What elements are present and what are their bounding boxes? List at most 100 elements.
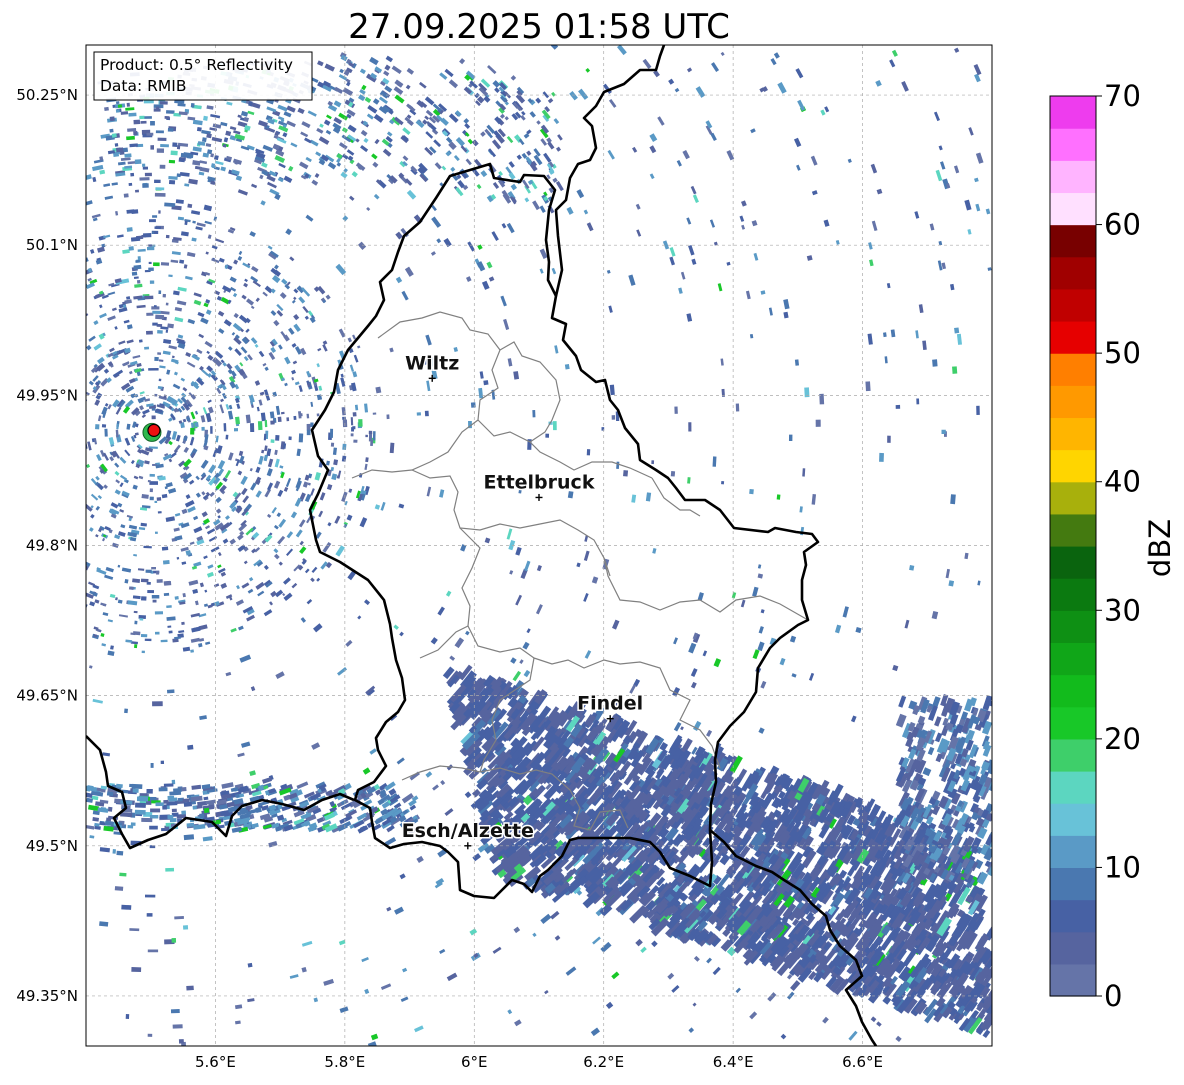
echo-gate (57, 442, 60, 450)
echo-gate (150, 145, 154, 149)
echo-gate (184, 834, 194, 840)
echo-gate (2, 538, 10, 546)
echo-gate (187, 823, 195, 827)
echo-gate (353, 440, 357, 443)
echo-gate (271, 439, 275, 443)
echo-gate (153, 262, 160, 266)
echo-gate (674, 407, 677, 414)
echo-gate (1, 486, 7, 495)
echo-gate (623, 470, 628, 476)
echo-gate (80, 354, 86, 360)
echo-gate (27, 416, 31, 424)
echo-gate (79, 394, 85, 403)
echo-gate (330, 429, 333, 438)
echo-gate (80, 456, 84, 459)
echo-gate (11, 509, 18, 517)
echo-gate (373, 431, 376, 440)
echo-gate (80, 567, 84, 571)
echo-gate (131, 209, 138, 214)
echo-gate (11, 361, 16, 367)
echo-gate (133, 631, 140, 635)
echo-gate (62, 425, 65, 428)
echo-gate (141, 579, 149, 583)
echo-gate (64, 409, 69, 418)
echo-gate (687, 477, 690, 484)
echo-gate (179, 158, 185, 162)
echo-gate (317, 413, 320, 416)
echo-gate (40, 525, 46, 531)
echo-gate (156, 107, 159, 110)
echo-gate (224, 423, 227, 431)
echo-gate (197, 127, 202, 131)
echo-gate (68, 466, 73, 472)
echo-gate (158, 138, 167, 141)
echo-gate (43, 417, 46, 421)
echo-gate (118, 104, 122, 108)
echo-gate (152, 323, 157, 326)
echo-gate (42, 460, 46, 465)
echo-gate (148, 949, 158, 952)
echo-gate (173, 788, 182, 792)
echo-gate (35, 281, 42, 287)
echo-gate (75, 333, 80, 337)
echo-gate (49, 294, 56, 300)
echo-gate (3, 366, 7, 372)
echo-gate (172, 809, 177, 813)
echo-gate (142, 164, 145, 167)
echo-gate (3, 519, 7, 524)
echo-gate (187, 745, 193, 750)
echo-gate (42, 281, 46, 285)
echo-gate (60, 518, 65, 523)
echo-gate (883, 332, 887, 337)
echo-gate (148, 268, 154, 271)
echo-gate (145, 895, 155, 898)
echo-gate (33, 421, 36, 429)
echo-gate (3, 444, 7, 449)
echo-gate (167, 689, 175, 693)
echo-gate (56, 571, 63, 577)
echo-gate (152, 311, 161, 314)
echo-gate (49, 469, 56, 478)
echo-gate (7, 412, 10, 421)
echo-gate (146, 331, 153, 335)
echo-gate (177, 557, 180, 560)
echo-gate (6, 566, 12, 572)
echo-gate (163, 560, 170, 564)
echo-gate (124, 193, 129, 197)
echo-gate (116, 784, 123, 788)
echo-gate (203, 116, 208, 121)
echo-gate (802, 468, 805, 476)
echo-gate (59, 617, 64, 621)
echo-gate (50, 436, 53, 443)
echo-gate (777, 494, 781, 499)
echo-gate (14, 289, 20, 295)
echo-gate (63, 372, 68, 377)
echo-gate (146, 133, 153, 136)
echo-gate (72, 628, 77, 633)
echo-gate (44, 299, 50, 304)
echo-gate (156, 571, 159, 575)
echo-gate (671, 471, 675, 477)
echo-gate (35, 334, 40, 339)
echo-gate (183, 925, 188, 929)
echo-gate (48, 496, 52, 501)
echo-gate (172, 938, 177, 943)
echo-gate (74, 619, 77, 623)
echo-gate (67, 588, 74, 594)
echo-gate (128, 825, 134, 828)
echo-gate (116, 101, 119, 104)
echo-gate (370, 440, 373, 446)
echo-gate (425, 411, 429, 417)
echo-gate (164, 783, 174, 786)
echo-gate (76, 275, 79, 278)
echo-gate (147, 247, 154, 250)
echo-gate (11, 356, 16, 361)
echo-gate (736, 403, 740, 411)
echo-gate (127, 128, 136, 132)
echo-gate (65, 520, 69, 524)
echo-gate (234, 428, 238, 431)
echo-gate (116, 147, 124, 152)
echo-gate (129, 928, 139, 931)
echo-gate (27, 329, 33, 335)
echo-gate (21, 316, 27, 323)
